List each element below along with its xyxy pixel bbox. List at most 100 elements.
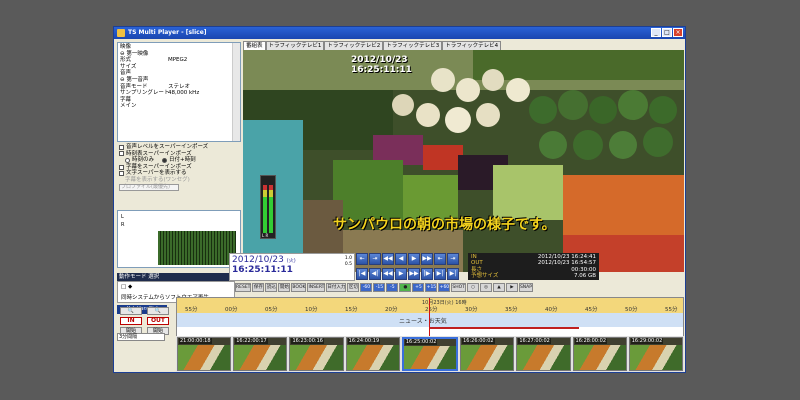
step-back-button[interactable]: ◀	[395, 253, 407, 265]
video-date: 2012/10/23	[351, 55, 408, 65]
audio-super-label: 音声レベルをスーパーインポーズ	[126, 144, 209, 150]
tab-program-guide[interactable]: 番組表	[243, 41, 266, 50]
tick-label: 40分	[545, 307, 558, 313]
info-scrollbar[interactable]	[232, 43, 240, 141]
maximize-button[interactable]: □	[662, 28, 672, 37]
start-button[interactable]: 開始	[278, 283, 291, 292]
caption-display-label: 字幕を表示する(ワンセグ)	[125, 176, 190, 183]
tab-traffic-tv-4[interactable]: トラフィックテレビ4	[442, 41, 502, 50]
magnify-out-button[interactable]: 🔍	[147, 307, 169, 315]
in-out-panel: IN 2012/10/23 16:24:41 OUT 2012/10/23 16:5…	[468, 253, 599, 280]
text-super-checkbox[interactable]	[119, 171, 124, 177]
record-button[interactable]: ●	[399, 283, 412, 292]
plus-15-button[interactable]: +15	[425, 283, 438, 292]
snap-button[interactable]: SNAP	[518, 283, 533, 292]
time-super-checkbox[interactable]	[119, 151, 124, 157]
next-frame-button[interactable]: |▶	[421, 267, 433, 280]
jump-end-button[interactable]: ⇥	[369, 253, 381, 265]
video-meter-label: L R	[262, 233, 269, 238]
target-button[interactable]: ◎	[479, 283, 492, 292]
info-value: 48,000 kHz	[168, 90, 200, 97]
meter-left-label: L	[121, 214, 124, 220]
timecode-time: 16:25:11:11	[232, 265, 293, 275]
info-value: ステレオ	[168, 83, 191, 90]
tick-label: 05分	[265, 307, 278, 313]
minus-60-button[interactable]: -60	[360, 283, 373, 292]
title-bar[interactable]: TS Multi Player - [slice] _ □ ×	[114, 27, 685, 39]
info-key: 字幕	[120, 96, 132, 103]
save-button[interactable]: 保存	[252, 283, 265, 292]
time-only-radio[interactable]	[125, 157, 130, 163]
minus-15-button[interactable]: -15	[373, 283, 386, 292]
interval-select[interactable]: 3分間隔	[117, 333, 165, 341]
tick-label: 45分	[585, 307, 598, 313]
size-label: 予想サイズ	[471, 273, 499, 280]
mark-in-button[interactable]: ⇤	[434, 253, 446, 265]
thumbnail-selected[interactable]: 16:25:00:02	[401, 337, 459, 371]
transport-controls: ⇤ ⇥ ◀◀ ◀ ▶ ▶▶ ⇤ ⇥ |◀ ◀| ◀◀ ▶ ▶▶ |▶ ▶| ▶|	[356, 253, 466, 281]
thumbnail-time: 16:29:00:02	[630, 338, 664, 344]
tick-label: 10分	[305, 307, 318, 313]
minimize-button[interactable]: _	[651, 28, 661, 37]
plus-60-button[interactable]: +60	[438, 283, 451, 292]
prev-chapter-button[interactable]: |◀	[356, 267, 368, 280]
date-time-radio[interactable]	[162, 157, 168, 163]
profile-select[interactable]: プロファイル(最優先)	[119, 183, 179, 191]
split-button[interactable]: 区切	[347, 283, 360, 292]
reset-button[interactable]: RESET	[235, 283, 252, 292]
load-button[interactable]: 読込	[265, 283, 278, 292]
info-key: 音声	[120, 70, 132, 77]
up-button[interactable]: ▲	[492, 283, 505, 292]
program-track[interactable]: ニュース・お天気	[177, 313, 683, 327]
speed-value-2: 0.5	[344, 262, 352, 267]
info-key: 形式	[120, 57, 132, 64]
fast-forward-button[interactable]: ▶▶	[421, 253, 433, 265]
forward-button[interactable]: ▶	[505, 283, 518, 292]
thumbnail[interactable]: 21:00:00:18	[177, 337, 232, 371]
play-button-2[interactable]: ▶	[395, 267, 407, 280]
tick-label: 35分	[505, 307, 518, 313]
play-button[interactable]: ▶	[408, 253, 420, 265]
end-button[interactable]: ▶|	[447, 267, 459, 280]
shot-button[interactable]: SHOT	[451, 283, 466, 292]
slow-forward-button[interactable]: ▶▶	[408, 267, 420, 280]
thumbnail[interactable]: 16:23:00:16	[289, 337, 344, 371]
tick-label: 30分	[465, 307, 478, 313]
tab-traffic-tv-3[interactable]: トラフィックテレビ3	[383, 41, 443, 50]
rewind-button[interactable]: ◀◀	[382, 253, 394, 265]
thumbnail[interactable]: 16:24:00:19	[345, 337, 400, 371]
book-button[interactable]: BOOK	[291, 283, 307, 292]
tick-label: 55分	[185, 307, 198, 313]
window-title: TS Multi Player - [slice]	[128, 29, 207, 36]
in-button[interactable]: IN	[120, 317, 142, 325]
jump-start-button[interactable]: ⇤	[356, 253, 368, 265]
thumbnail[interactable]: 16:22:00:17	[233, 337, 288, 371]
tick-label: 15分	[345, 307, 358, 313]
timecode-display: 2012/10/23 (火) 16:25:11:11 1.0 0.5	[229, 253, 355, 281]
info-key[interactable]: ⊖ 第一音声	[120, 77, 168, 84]
date-input-button[interactable]: 日付入力	[326, 283, 347, 292]
thumbnail[interactable]: 16:29:00:02	[628, 337, 683, 371]
circle-button[interactable]: ○	[466, 283, 479, 292]
slow-rewind-button[interactable]: ◀◀	[382, 267, 394, 280]
insert-button[interactable]: INSERT	[307, 283, 326, 292]
tab-traffic-tv-2[interactable]: トラフィックテレビ2	[324, 41, 384, 50]
next-chapter-button[interactable]: ▶|	[434, 267, 446, 280]
thumbnail[interactable]: 16:27:00:02	[516, 337, 571, 371]
thumbnail[interactable]: 16:28:00:02	[572, 337, 627, 371]
audio-super-checkbox[interactable]	[119, 144, 124, 150]
caption-super-checkbox[interactable]	[119, 164, 124, 170]
close-button[interactable]: ×	[673, 28, 683, 37]
selection-range	[429, 327, 579, 329]
magnify-button[interactable]: 🔍	[120, 307, 142, 315]
out-button[interactable]: OUT	[147, 317, 169, 325]
thumbnail-time: 16:22:00:17	[235, 338, 268, 344]
prev-frame-button[interactable]: ◀|	[369, 267, 381, 280]
plus-5-button[interactable]: +5	[412, 283, 425, 292]
video-subtitle: サンパウロの朝の市場の様子です。	[333, 217, 556, 233]
tab-traffic-tv-1[interactable]: トラフィックテレビ1	[265, 41, 325, 50]
video-player[interactable]: 2012/10/23 16:25:11:11 L R サンパウロの朝の市場の様子…	[243, 50, 684, 272]
minus-5-button[interactable]: -5	[386, 283, 399, 292]
thumbnail[interactable]: 16:26:00:02	[460, 337, 515, 371]
mark-out-button[interactable]: ⇥	[447, 253, 459, 265]
